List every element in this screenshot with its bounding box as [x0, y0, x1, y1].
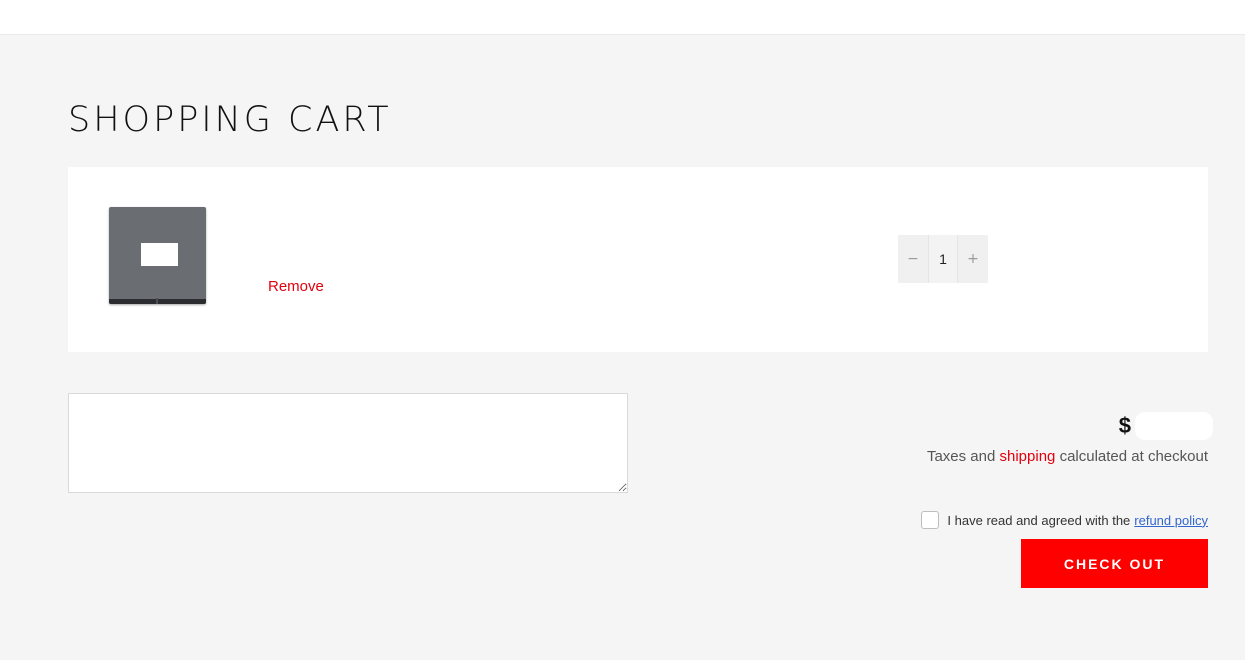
- cart-item-card: Remove − +: [68, 167, 1208, 352]
- remove-item-link[interactable]: Remove: [268, 278, 324, 295]
- tax-note-prefix: Taxes and: [926, 448, 996, 465]
- site-header: [0, 0, 1245, 35]
- product-image-slot: [141, 243, 178, 266]
- product-image[interactable]: [109, 207, 206, 304]
- tax-shipping-note: Taxes and shipping calculated at checkou…: [927, 448, 1208, 465]
- page-title: SHOPPING CART: [68, 100, 392, 140]
- subtotal-amount-redacted: [1135, 412, 1213, 440]
- quantity-increment-button[interactable]: +: [958, 235, 988, 283]
- agree-text: I have read and agreed with the: [947, 512, 1131, 528]
- quantity-input[interactable]: [928, 235, 958, 283]
- product-image-seam: [156, 298, 158, 304]
- refund-policy-link[interactable]: refund policy: [1134, 513, 1208, 528]
- subtotal: $: [1119, 412, 1213, 440]
- order-note-field[interactable]: [68, 393, 628, 493]
- quantity-stepper: − +: [898, 235, 988, 283]
- subtotal-currency: $: [1118, 413, 1131, 438]
- checkout-button[interactable]: CHECK OUT: [1021, 539, 1208, 588]
- tax-note-suffix: calculated at checkout: [1059, 448, 1208, 465]
- quantity-decrement-button[interactable]: −: [898, 235, 928, 283]
- shipping-link[interactable]: shipping: [1000, 448, 1056, 465]
- agree-checkbox[interactable]: [921, 511, 940, 529]
- refund-agreement: I have read and agreed with the refund p…: [921, 511, 1208, 529]
